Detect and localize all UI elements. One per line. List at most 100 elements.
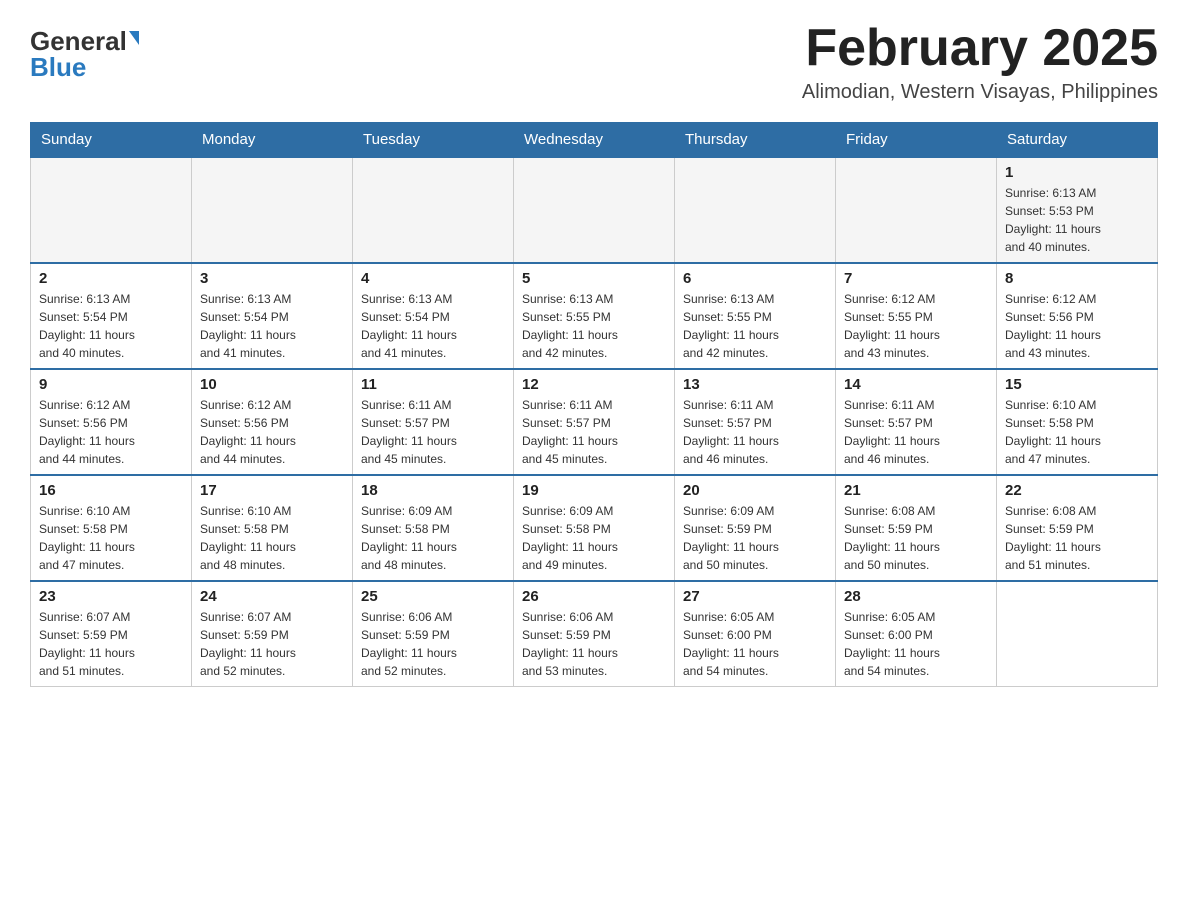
- day-info: Sunrise: 6:08 AMSunset: 5:59 PMDaylight:…: [1005, 502, 1149, 574]
- calendar-cell: 5 Sunrise: 6:13 AMSunset: 5:55 PMDaylight…: [514, 263, 675, 369]
- calendar-cell: [675, 157, 836, 263]
- day-number: 23: [39, 588, 183, 605]
- day-header-friday: Friday: [836, 123, 997, 158]
- day-info: Sunrise: 6:06 AMSunset: 5:59 PMDaylight:…: [361, 608, 505, 680]
- calendar-cell: 11 Sunrise: 6:11 AMSunset: 5:57 PMDayligh…: [353, 369, 514, 475]
- day-info: Sunrise: 6:13 AMSunset: 5:54 PMDaylight:…: [361, 290, 505, 362]
- calendar-week-4: 16 Sunrise: 6:10 AMSunset: 5:58 PMDayligh…: [31, 475, 1158, 581]
- day-number: 18: [361, 482, 505, 499]
- day-number: 9: [39, 376, 183, 393]
- calendar-cell: 20Sunrise: 6:09 AMSunset: 5:59 PMDayligh…: [675, 475, 836, 581]
- day-number: 17: [200, 482, 344, 499]
- calendar-week-2: 2 Sunrise: 6:13 AMSunset: 5:54 PMDaylight…: [31, 263, 1158, 369]
- day-number: 26: [522, 588, 666, 605]
- title-section: February 2025 Alimodian, Western Visayas…: [802, 20, 1158, 104]
- page-header: General Blue February 2025 Alimodian, We…: [30, 20, 1158, 104]
- calendar-cell: 4 Sunrise: 6:13 AMSunset: 5:54 PMDaylight…: [353, 263, 514, 369]
- calendar-cell: 14 Sunrise: 6:11 AMSunset: 5:57 PMDayligh…: [836, 369, 997, 475]
- day-number: 5: [522, 270, 666, 287]
- calendar-cell: 12 Sunrise: 6:11 AMSunset: 5:57 PMDayligh…: [514, 369, 675, 475]
- calendar-cell: 2 Sunrise: 6:13 AMSunset: 5:54 PMDaylight…: [31, 263, 192, 369]
- day-info: Sunrise: 6:12 AMSunset: 5:56 PMDaylight:…: [200, 396, 344, 468]
- day-info: Sunrise: 6:09 AMSunset: 5:58 PMDaylight:…: [522, 502, 666, 574]
- calendar-week-5: 23 Sunrise: 6:07 AMSunset: 5:59 PMDayligh…: [31, 581, 1158, 687]
- logo: General Blue: [30, 20, 139, 80]
- day-number: 14: [844, 376, 988, 393]
- day-info: Sunrise: 6:11 AMSunset: 5:57 PMDaylight:…: [844, 396, 988, 468]
- calendar-cell: 28 Sunrise: 6:05 AMSunset: 6:00 PMDayligh…: [836, 581, 997, 687]
- day-number: 22: [1005, 482, 1149, 499]
- day-info: Sunrise: 6:12 AMSunset: 5:55 PMDaylight:…: [844, 290, 988, 362]
- day-info: Sunrise: 6:11 AMSunset: 5:57 PMDaylight:…: [683, 396, 827, 468]
- day-info: Sunrise: 6:10 AMSunset: 5:58 PMDaylight:…: [1005, 396, 1149, 468]
- day-info: Sunrise: 6:11 AMSunset: 5:57 PMDaylight:…: [522, 396, 666, 468]
- calendar-cell: 3Sunrise: 6:13 AMSunset: 5:54 PMDaylight…: [192, 263, 353, 369]
- day-number: 20: [683, 482, 827, 499]
- day-number: 13: [683, 376, 827, 393]
- calendar-table: SundayMondayTuesdayWednesdayThursdayFrid…: [30, 122, 1158, 687]
- day-number: 15: [1005, 376, 1149, 393]
- logo-general: General: [30, 28, 127, 54]
- calendar-cell: 26Sunrise: 6:06 AMSunset: 5:59 PMDayligh…: [514, 581, 675, 687]
- calendar-cell: 18 Sunrise: 6:09 AMSunset: 5:58 PMDayligh…: [353, 475, 514, 581]
- day-info: Sunrise: 6:13 AMSunset: 5:55 PMDaylight:…: [522, 290, 666, 362]
- calendar-cell: [353, 157, 514, 263]
- calendar-cell: 8 Sunrise: 6:12 AMSunset: 5:56 PMDaylight…: [997, 263, 1158, 369]
- day-header-monday: Monday: [192, 123, 353, 158]
- day-info: Sunrise: 6:13 AMSunset: 5:54 PMDaylight:…: [200, 290, 344, 362]
- day-info: Sunrise: 6:12 AMSunset: 5:56 PMDaylight:…: [1005, 290, 1149, 362]
- day-number: 25: [361, 588, 505, 605]
- calendar-cell: 15 Sunrise: 6:10 AMSunset: 5:58 PMDayligh…: [997, 369, 1158, 475]
- day-info: Sunrise: 6:11 AMSunset: 5:57 PMDaylight:…: [361, 396, 505, 468]
- calendar-cell: 23 Sunrise: 6:07 AMSunset: 5:59 PMDayligh…: [31, 581, 192, 687]
- calendar-cell: 25 Sunrise: 6:06 AMSunset: 5:59 PMDayligh…: [353, 581, 514, 687]
- calendar-cell: [997, 581, 1158, 687]
- calendar-cell: 6 Sunrise: 6:13 AMSunset: 5:55 PMDaylight…: [675, 263, 836, 369]
- calendar-cell: 9 Sunrise: 6:12 AMSunset: 5:56 PMDaylight…: [31, 369, 192, 475]
- logo-arrow-icon: [129, 31, 139, 45]
- calendar-cell: 1 Sunrise: 6:13 AMSunset: 5:53 PMDaylight…: [997, 157, 1158, 263]
- calendar-cell: 10 Sunrise: 6:12 AMSunset: 5:56 PMDayligh…: [192, 369, 353, 475]
- day-info: Sunrise: 6:10 AMSunset: 5:58 PMDaylight:…: [200, 502, 344, 574]
- calendar-cell: [31, 157, 192, 263]
- day-number: 2: [39, 270, 183, 287]
- calendar-cell: 7 Sunrise: 6:12 AMSunset: 5:55 PMDaylight…: [836, 263, 997, 369]
- day-info: Sunrise: 6:07 AMSunset: 5:59 PMDaylight:…: [39, 608, 183, 680]
- day-number: 16: [39, 482, 183, 499]
- day-header-saturday: Saturday: [997, 123, 1158, 158]
- day-number: 11: [361, 376, 505, 393]
- calendar-week-1: 1 Sunrise: 6:13 AMSunset: 5:53 PMDaylight…: [31, 157, 1158, 263]
- day-header-sunday: Sunday: [31, 123, 192, 158]
- day-number: 10: [200, 376, 344, 393]
- calendar-cell: 16 Sunrise: 6:10 AMSunset: 5:58 PMDayligh…: [31, 475, 192, 581]
- day-info: Sunrise: 6:13 AMSunset: 5:53 PMDaylight:…: [1005, 184, 1149, 256]
- day-header-wednesday: Wednesday: [514, 123, 675, 158]
- calendar-cell: 27Sunrise: 6:05 AMSunset: 6:00 PMDayligh…: [675, 581, 836, 687]
- logo-blue: Blue: [30, 54, 86, 80]
- day-info: Sunrise: 6:05 AMSunset: 6:00 PMDaylight:…: [683, 608, 827, 680]
- day-info: Sunrise: 6:13 AMSunset: 5:54 PMDaylight:…: [39, 290, 183, 362]
- day-info: Sunrise: 6:07 AMSunset: 5:59 PMDaylight:…: [200, 608, 344, 680]
- calendar-cell: 22 Sunrise: 6:08 AMSunset: 5:59 PMDayligh…: [997, 475, 1158, 581]
- day-number: 6: [683, 270, 827, 287]
- calendar-cell: [514, 157, 675, 263]
- day-number: 28: [844, 588, 988, 605]
- day-number: 1: [1005, 164, 1149, 181]
- calendar-cell: [836, 157, 997, 263]
- day-info: Sunrise: 6:05 AMSunset: 6:00 PMDaylight:…: [844, 608, 988, 680]
- day-number: 7: [844, 270, 988, 287]
- day-info: Sunrise: 6:13 AMSunset: 5:55 PMDaylight:…: [683, 290, 827, 362]
- day-number: 4: [361, 270, 505, 287]
- calendar-cell: 17 Sunrise: 6:10 AMSunset: 5:58 PMDayligh…: [192, 475, 353, 581]
- day-header-tuesday: Tuesday: [353, 123, 514, 158]
- day-info: Sunrise: 6:09 AMSunset: 5:58 PMDaylight:…: [361, 502, 505, 574]
- day-number: 8: [1005, 270, 1149, 287]
- day-info: Sunrise: 6:12 AMSunset: 5:56 PMDaylight:…: [39, 396, 183, 468]
- day-info: Sunrise: 6:10 AMSunset: 5:58 PMDaylight:…: [39, 502, 183, 574]
- calendar-header-row: SundayMondayTuesdayWednesdayThursdayFrid…: [31, 123, 1158, 158]
- month-title: February 2025: [802, 20, 1158, 77]
- calendar-cell: 13 Sunrise: 6:11 AMSunset: 5:57 PMDayligh…: [675, 369, 836, 475]
- day-number: 12: [522, 376, 666, 393]
- calendar-cell: 24Sunrise: 6:07 AMSunset: 5:59 PMDayligh…: [192, 581, 353, 687]
- day-info: Sunrise: 6:08 AMSunset: 5:59 PMDaylight:…: [844, 502, 988, 574]
